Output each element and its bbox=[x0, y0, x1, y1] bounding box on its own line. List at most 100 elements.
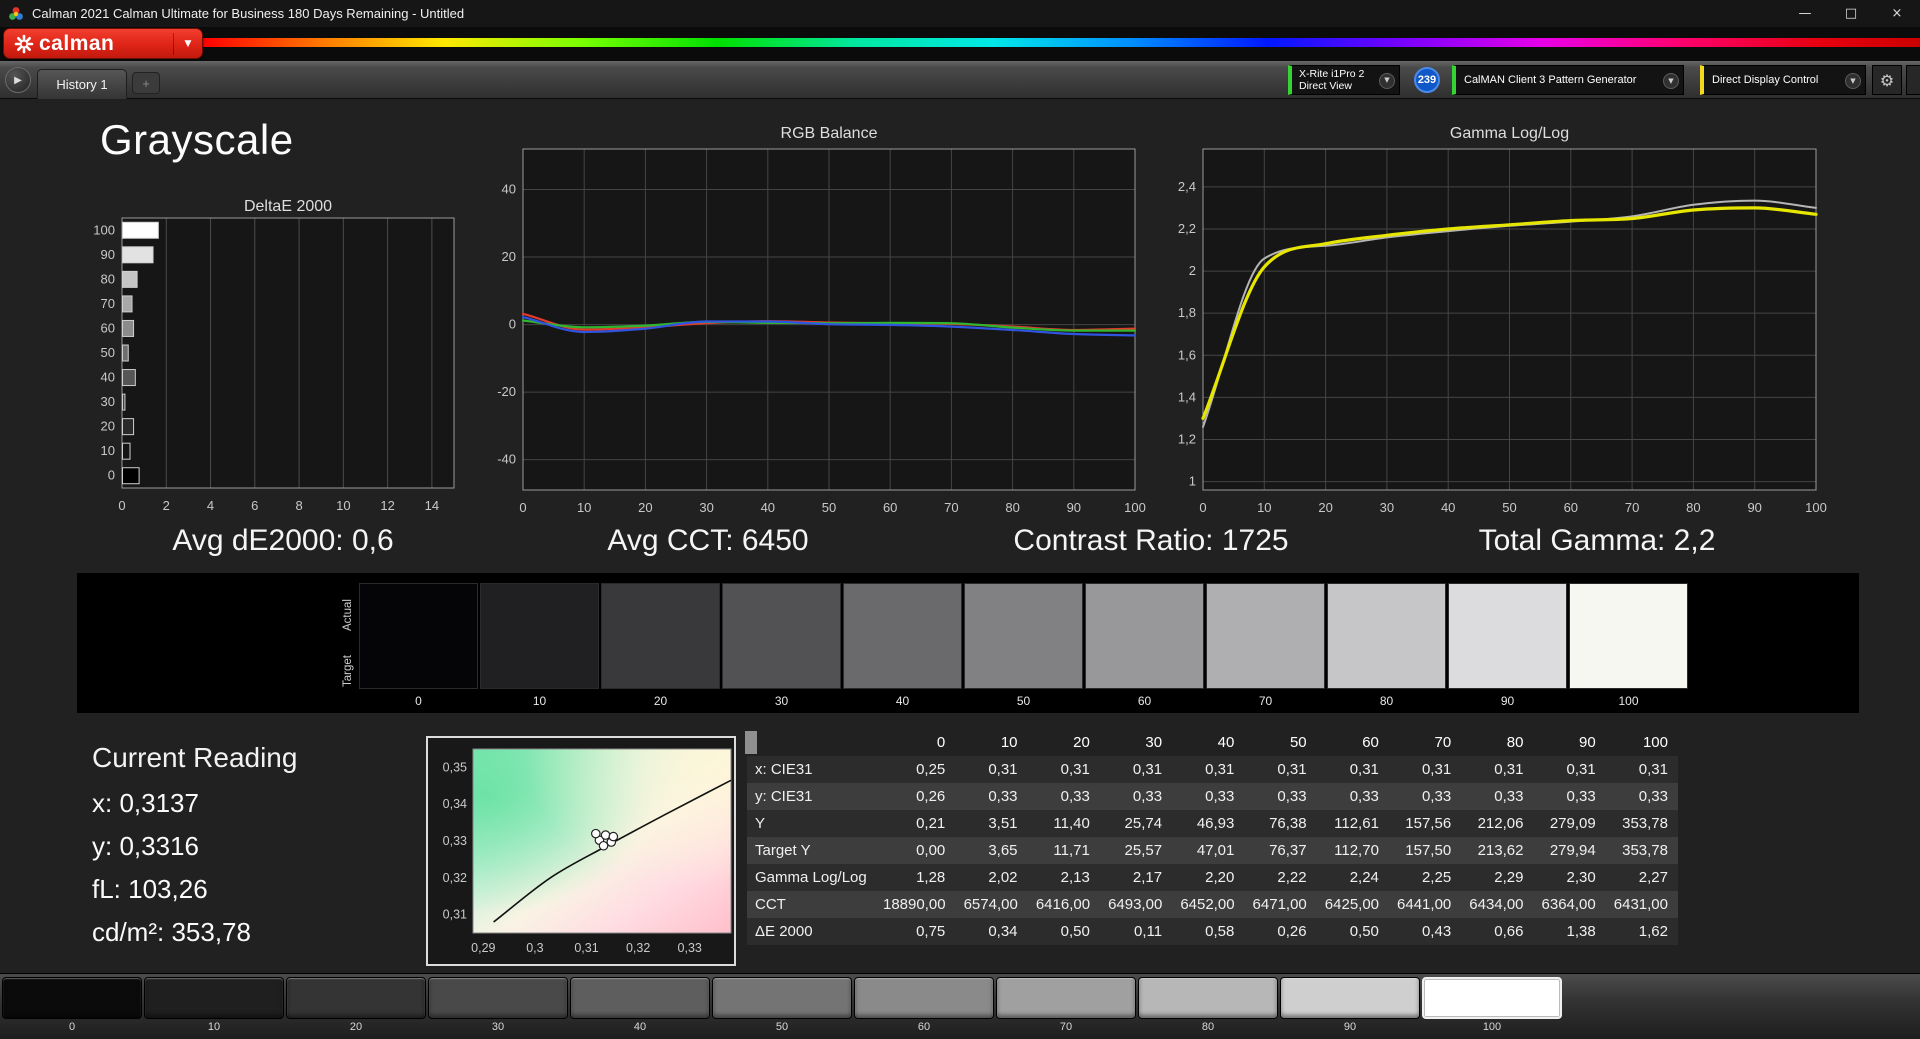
table-cell: 279,94 bbox=[1549, 842, 1596, 859]
svg-text:2,2: 2,2 bbox=[1178, 221, 1196, 236]
svg-text:0,31: 0,31 bbox=[574, 941, 598, 955]
grayscale-table: 0 10 20 30 40 50 60 70 80 90 100 x: CIE31 0,25 0,31 0,… bbox=[747, 729, 1678, 945]
layout-nav-button[interactable]: ▶ bbox=[5, 67, 31, 93]
table-cell: 6452,00 bbox=[1180, 896, 1235, 913]
svg-text:0,33: 0,33 bbox=[443, 834, 467, 848]
gear-icon[interactable]: ⚙ bbox=[1872, 65, 1902, 95]
table-cell: 112,70 bbox=[1334, 842, 1379, 859]
table-column-header: 0 bbox=[936, 734, 946, 751]
table-cell: 0,33 bbox=[1277, 788, 1307, 805]
pattern-level-100-selected[interactable]: 100 bbox=[1422, 977, 1562, 1033]
pattern-level-0[interactable]: 0 bbox=[2, 977, 142, 1033]
svg-text:80: 80 bbox=[1005, 500, 1019, 515]
svg-text:0,33: 0,33 bbox=[678, 941, 702, 955]
table-cell: 2,02 bbox=[988, 869, 1018, 886]
chevron-down-icon: ▼ bbox=[184, 38, 192, 49]
chevron-down-icon: ▼ bbox=[1845, 73, 1861, 89]
meter-dropdown[interactable]: X-Rite i1Pro 2 Direct View ▼ bbox=[1288, 65, 1400, 95]
svg-text:100: 100 bbox=[1124, 500, 1146, 515]
table-cell: 2,17 bbox=[1132, 869, 1163, 886]
table-cell: 0,26 bbox=[916, 788, 946, 805]
table-cell: 0,33 bbox=[1494, 788, 1524, 805]
calman-menu-button[interactable]: calman ▼ bbox=[3, 28, 203, 59]
table-cell: 2,20 bbox=[1205, 869, 1235, 886]
table-cell: 0,00 bbox=[916, 842, 946, 859]
bottom-bar: 0102030405060708090100 ▴ ■ ▶ ▤ ∞ ↻ « Bac… bbox=[0, 973, 1920, 1039]
svg-text:70: 70 bbox=[101, 296, 115, 311]
table-row[interactable]: y: CIE31 0,26 0,33 0,33 0,33 0,33 0,33 0,33 0,33… bbox=[747, 783, 1678, 810]
table-cell: 0,31 bbox=[1060, 761, 1090, 778]
table-cell: 6441,00 bbox=[1397, 896, 1452, 913]
table-row-label: Gamma Log/Log bbox=[755, 869, 867, 886]
table-cell: 0,26 bbox=[1277, 923, 1307, 940]
page-title: Grayscale bbox=[100, 116, 294, 163]
table-cell: 0,33 bbox=[1349, 788, 1379, 805]
svg-text:40: 40 bbox=[761, 500, 775, 515]
svg-text:70: 70 bbox=[944, 500, 958, 515]
svg-text:80: 80 bbox=[101, 271, 115, 286]
svg-text:0: 0 bbox=[108, 468, 115, 483]
display-control-dropdown[interactable]: Direct Display Control ▼ bbox=[1700, 65, 1866, 95]
meter-line2: Direct View bbox=[1299, 79, 1352, 92]
pattern-generator-dropdown[interactable]: CalMAN Client 3 Pattern Generator ▼ bbox=[1452, 65, 1684, 95]
table-cell: 0,31 bbox=[1277, 761, 1307, 778]
table-cell: 2,24 bbox=[1349, 869, 1379, 886]
svg-text:0,31: 0,31 bbox=[443, 908, 467, 922]
table-cell: 25,74 bbox=[1124, 815, 1163, 832]
table-cell: 3,65 bbox=[988, 842, 1018, 859]
svg-text:12: 12 bbox=[380, 498, 394, 513]
table-cell: 11,40 bbox=[1053, 815, 1090, 832]
pattern-level-50[interactable]: 50 bbox=[712, 977, 852, 1033]
svg-text:100: 100 bbox=[1805, 500, 1827, 515]
table-column-header: 50 bbox=[1289, 734, 1307, 751]
close-button[interactable]: × bbox=[1874, 0, 1920, 27]
pattern-level-80[interactable]: 80 bbox=[1138, 977, 1278, 1033]
table-row[interactable]: CCT 18890,00 6574,00 6416,00 6493,00 6452,00 6… bbox=[747, 891, 1678, 918]
strip-swatch-90: 90 bbox=[1448, 583, 1567, 708]
svg-text:1,4: 1,4 bbox=[1178, 389, 1196, 404]
pattern-level-10[interactable]: 10 bbox=[144, 977, 284, 1033]
table-row-label: x: CIE31 bbox=[755, 761, 813, 778]
calman-flower-icon bbox=[14, 34, 34, 53]
strip-swatch-100: 100 bbox=[1569, 583, 1688, 708]
pattern-level-90[interactable]: 90 bbox=[1280, 977, 1420, 1033]
pattern-level-30[interactable]: 30 bbox=[428, 977, 568, 1033]
svg-text:0: 0 bbox=[1199, 500, 1206, 515]
svg-text:4: 4 bbox=[207, 498, 214, 513]
toolbar: ▶ History 1 + X-Rite i1Pro 2 Direct View… bbox=[0, 61, 1920, 99]
table-cell: 0,33 bbox=[988, 788, 1018, 805]
svg-text:50: 50 bbox=[1502, 500, 1516, 515]
pattern-level-40[interactable]: 40 bbox=[570, 977, 710, 1033]
table-cell: 18890,00 bbox=[883, 896, 946, 913]
gamma-log-chart: 0 10 20 30 40 50 60 70 80 90 100 2,4 2,2 2 1,8 1,6 1,4 1,… bbox=[1178, 148, 1827, 515]
svg-text:2: 2 bbox=[163, 498, 170, 513]
table-cell: 0,31 bbox=[1638, 761, 1668, 778]
pattern-level-60[interactable]: 60 bbox=[854, 977, 994, 1033]
table-row-label: y: CIE31 bbox=[755, 788, 813, 805]
meter-count-badge[interactable]: 239 bbox=[1414, 67, 1440, 93]
maximize-button[interactable]: □ bbox=[1828, 0, 1874, 27]
svg-text:14: 14 bbox=[425, 498, 439, 513]
svg-text:2: 2 bbox=[1189, 263, 1196, 278]
svg-text:60: 60 bbox=[101, 320, 115, 335]
pattern-level-20[interactable]: 20 bbox=[286, 977, 426, 1033]
table-cell: 0,75 bbox=[916, 923, 946, 940]
svg-text:30: 30 bbox=[699, 500, 713, 515]
svg-text:0,34: 0,34 bbox=[443, 797, 467, 811]
svg-text:-20: -20 bbox=[497, 384, 516, 399]
table-row[interactable]: Y 0,21 3,51 11,40 25,74 46,93 76,38 112,61 157,5… bbox=[747, 810, 1678, 837]
minimize-button[interactable]: — bbox=[1782, 0, 1828, 27]
table-row[interactable]: ΔE 2000 0,75 0,34 0,50 0,11 0,58 0,26 0,50 0,43 0… bbox=[747, 918, 1678, 945]
edge-panel-button[interactable] bbox=[1906, 65, 1920, 95]
add-tab-button[interactable]: + bbox=[132, 72, 160, 94]
table-row[interactable]: x: CIE31 0,25 0,31 0,31 0,31 0,31 0,31 0,31 0,31… bbox=[747, 756, 1678, 783]
calman-app: Calman 2021 Calman Ultimate for Business… bbox=[0, 0, 1920, 1039]
tab-history-1[interactable]: History 1 bbox=[37, 69, 127, 99]
table-row[interactable]: Target Y 0,00 3,65 11,71 25,57 47,01 76,37 112,… bbox=[747, 837, 1678, 864]
table-cell: 6493,00 bbox=[1108, 896, 1163, 913]
table-cell: 1,28 bbox=[916, 869, 946, 886]
stat-avg-cct: Avg CCT: 6450 bbox=[607, 524, 809, 557]
table-cell: 213,62 bbox=[1477, 842, 1524, 859]
table-row[interactable]: Gamma Log/Log 1,28 2,02 2,13 2,17 2,20 2,22 2,2… bbox=[747, 864, 1678, 891]
pattern-level-70[interactable]: 70 bbox=[996, 977, 1136, 1033]
